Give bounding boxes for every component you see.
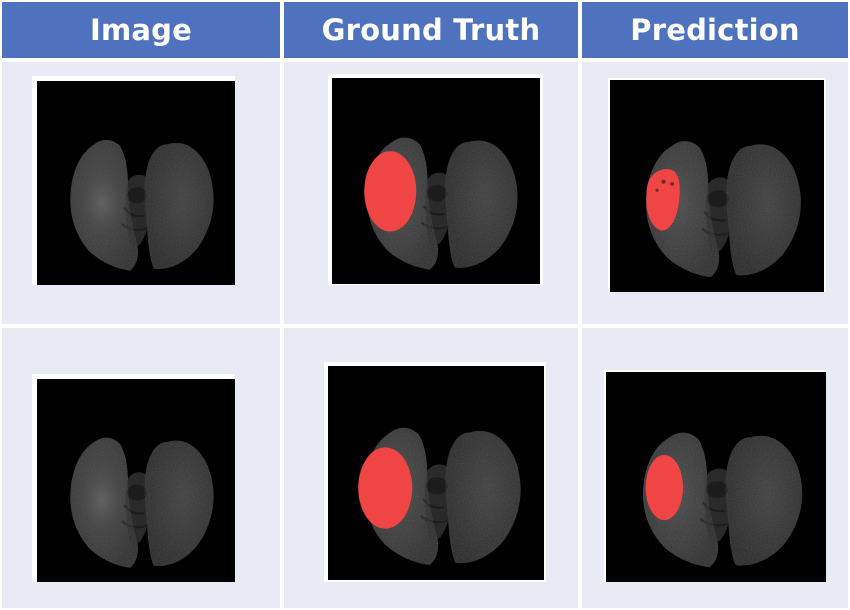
row2-ground-truth-cell	[284, 328, 578, 608]
row2-image-cell	[2, 328, 280, 608]
header-prediction-label: Prediction	[630, 13, 800, 47]
row1-image-cell	[2, 62, 280, 324]
row2-prediction-mask	[645, 454, 683, 521]
row2-ground-truth-mask	[358, 447, 413, 529]
header-image: Image	[2, 2, 280, 58]
row1-prediction-cell	[582, 62, 848, 324]
row1-image-scan	[32, 76, 235, 285]
row2-ground-truth-scan	[324, 362, 546, 582]
row2-image-scan	[32, 374, 235, 582]
header-image-label: Image	[89, 13, 192, 47]
row2-prediction-cell	[582, 328, 848, 608]
header-prediction: Prediction	[582, 2, 848, 58]
row1-prediction-scan	[608, 78, 826, 292]
comparison-table: Image Ground Truth Prediction	[0, 0, 850, 610]
row2-prediction-scan	[604, 370, 826, 582]
header-ground-truth: Ground Truth	[284, 2, 578, 58]
header-ground-truth-label: Ground Truth	[321, 13, 541, 47]
row1-ground-truth-mask	[364, 151, 417, 232]
row1-ground-truth-cell	[284, 62, 578, 324]
row1-ground-truth-scan	[328, 74, 543, 285]
